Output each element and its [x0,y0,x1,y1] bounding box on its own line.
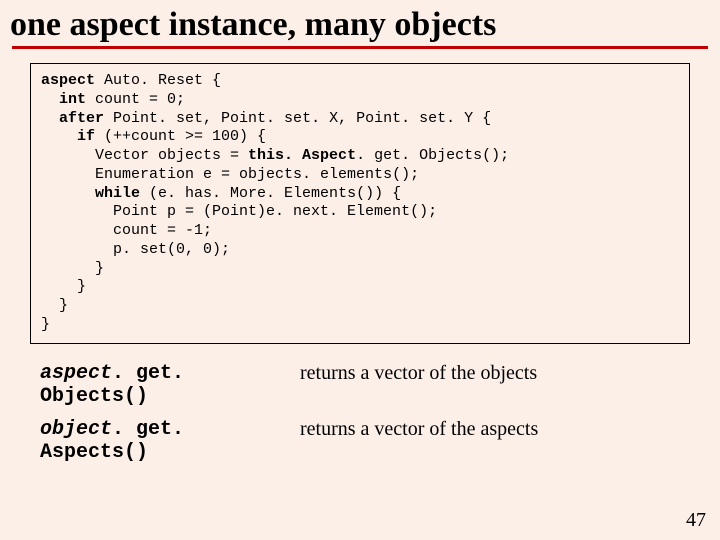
kw-while: while [95,185,140,202]
page-number: 47 [686,509,706,532]
code-text: } [77,278,86,295]
kw-if: if [77,128,95,145]
title-underline [12,46,708,49]
code-text: } [59,297,68,314]
code-text: count = 0; [86,91,185,108]
code-text: Vector objects = [95,147,248,164]
code-text: . get. Objects(); [356,147,509,164]
kw-int: int [59,91,86,108]
kw-this-aspect: this. Aspect [248,147,356,164]
code-text: Auto. Reset { [95,72,221,89]
code-block: aspect Auto. Reset { int count = 0; afte… [30,63,690,344]
method-desc: returns a vector of the objects [300,362,537,408]
slide-title: one aspect instance, many objects [0,0,720,44]
code-text: (e. has. More. Elements()) { [140,185,401,202]
code-text: (++count >= 100) { [95,128,266,145]
method-receiver: aspect [40,362,112,385]
method-row: aspect. get. Objects() returns a vector … [40,362,680,408]
method-call: object. get. Aspects() [40,418,300,464]
method-row: object. get. Aspects() returns a vector … [40,418,680,464]
method-desc: returns a vector of the aspects [300,418,538,464]
code-text: count = -1; [113,222,212,239]
kw-after: after [59,110,104,127]
code-text: Point p = (Point)e. next. Element(); [113,203,437,220]
code-text: p. set(0, 0); [113,241,230,258]
methods-list: aspect. get. Objects() returns a vector … [40,362,680,464]
code-text: Point. set, Point. set. X, Point. set. Y… [104,110,491,127]
code-text: } [41,316,50,333]
code-text: Enumeration e = objects. elements(); [95,166,419,183]
method-call: aspect. get. Objects() [40,362,300,408]
kw-aspect: aspect [41,72,95,89]
method-receiver: object [40,418,112,441]
code-text: } [95,260,104,277]
